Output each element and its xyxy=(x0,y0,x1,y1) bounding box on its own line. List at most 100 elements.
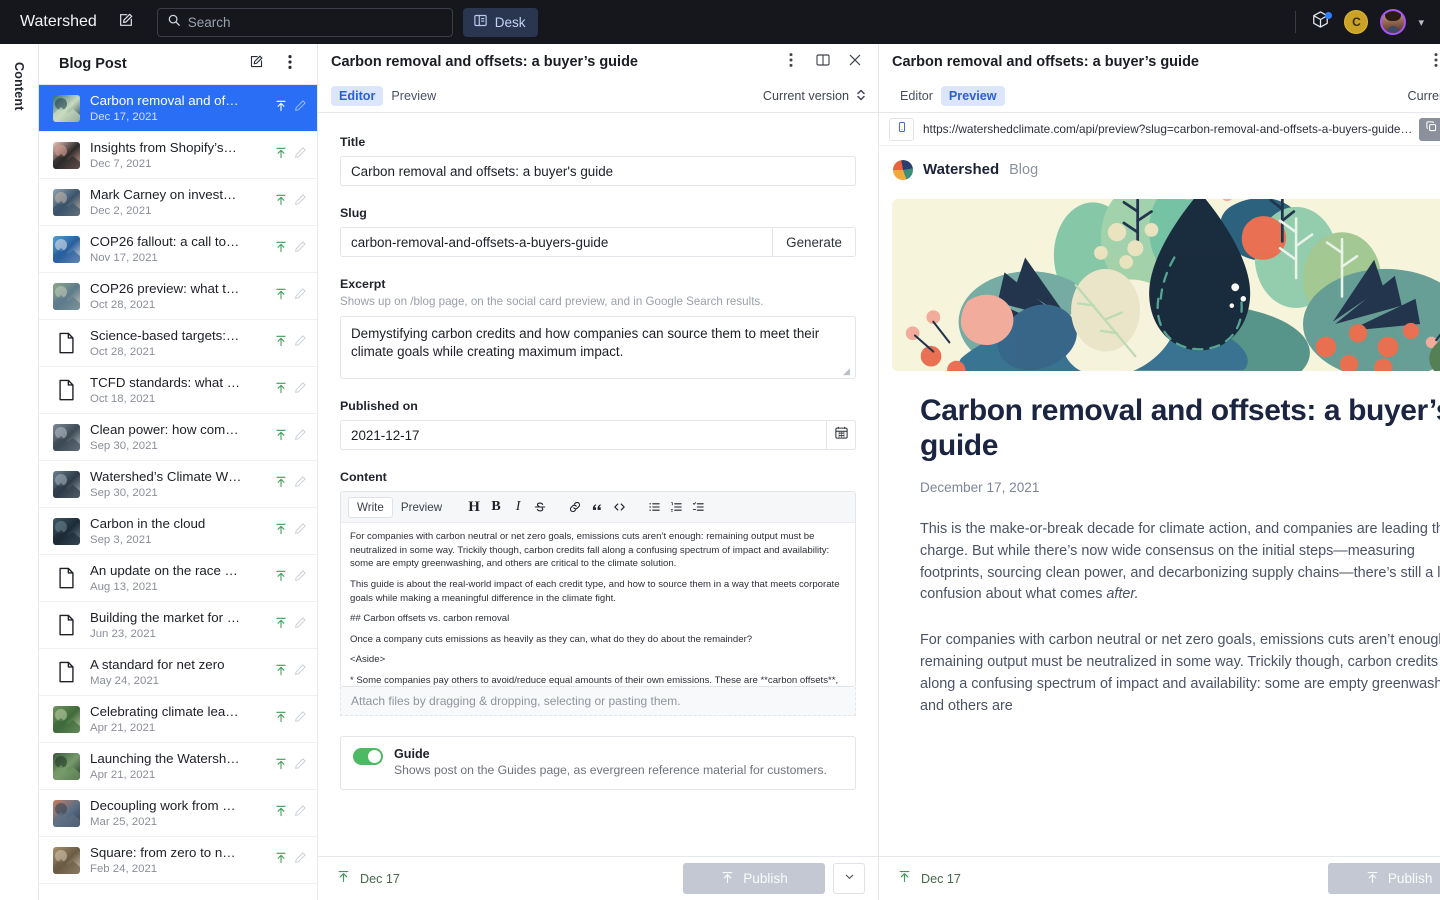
document-list[interactable]: Carbon removal and of…Dec 17, 2021Insigh… xyxy=(39,85,317,900)
title-input[interactable]: Carbon removal and offsets: a buyer's gu… xyxy=(340,156,856,186)
list-item-text: Square: from zero to n…Feb 24, 2021 xyxy=(90,845,264,875)
edit-status-icon[interactable] xyxy=(294,475,307,493)
version-selector[interactable]: Current version xyxy=(1408,88,1440,105)
list-item-actions xyxy=(274,616,307,635)
published-status-icon xyxy=(274,710,288,729)
site-section[interactable]: Blog xyxy=(1009,162,1038,178)
link-icon[interactable] xyxy=(564,496,586,518)
version-selector[interactable]: Current version xyxy=(763,88,866,105)
excerpt-textarea[interactable]: Demystifying carbon credits and how comp… xyxy=(340,316,856,379)
list-item[interactable]: Mark Carney on invest…Dec 2, 2021 xyxy=(39,179,317,226)
list-item[interactable]: Decoupling work from …Mar 25, 2021 xyxy=(39,790,317,837)
editor-menu-button[interactable] xyxy=(778,49,804,75)
list-item[interactable]: Carbon in the cloudSep 3, 2021 xyxy=(39,508,317,555)
list-item-text: TCFD standards: what …Oct 18, 2021 xyxy=(90,375,264,405)
package-button[interactable] xyxy=(1308,10,1332,34)
list-item[interactable]: TCFD standards: what …Oct 18, 2021 xyxy=(39,367,317,414)
editor-split-button[interactable] xyxy=(810,49,836,75)
attach-files-dropzone[interactable]: Attach files by dragging & dropping, sel… xyxy=(340,687,856,716)
edit-status-icon[interactable] xyxy=(294,146,307,164)
editor-close-button[interactable] xyxy=(842,49,868,75)
edit-status-icon[interactable] xyxy=(294,804,307,822)
org-avatar[interactable]: C xyxy=(1344,10,1368,34)
numbered-list-icon[interactable] xyxy=(665,496,687,518)
bullet-list-icon[interactable] xyxy=(643,496,665,518)
content-rail-tab[interactable]: Content xyxy=(0,44,39,900)
quote-icon[interactable] xyxy=(586,496,608,518)
edit-status-icon[interactable] xyxy=(294,428,307,446)
edit-status-icon[interactable] xyxy=(294,616,307,634)
desk-button[interactable]: Desk xyxy=(463,8,538,37)
code-icon[interactable] xyxy=(608,496,630,518)
preview-url-text[interactable]: https://watershedclimate.com/api/preview… xyxy=(921,122,1412,136)
edit-status-icon[interactable] xyxy=(294,193,307,211)
markdown-tab-preview[interactable]: Preview xyxy=(393,498,450,517)
resize-grip-icon[interactable]: ◢ xyxy=(843,367,853,377)
edit-status-icon[interactable] xyxy=(294,757,307,775)
list-item[interactable]: A standard for net zeroMay 24, 2021 xyxy=(39,649,317,696)
slug-input[interactable]: carbon-removal-and-offsets-a-buyers-guid… xyxy=(340,227,772,257)
list-menu-button[interactable] xyxy=(277,51,303,77)
chevron-down-icon[interactable]: ▾ xyxy=(1418,16,1424,29)
list-item[interactable]: Insights from Shopify’s…Dec 7, 2021 xyxy=(39,132,317,179)
list-item-actions xyxy=(274,428,307,447)
compose-icon xyxy=(249,54,264,74)
publish-options-button[interactable] xyxy=(833,863,865,894)
preview-site-frame[interactable]: Watershed Blog xyxy=(879,146,1440,856)
markdown-editor: Write Preview H B I xyxy=(340,491,856,687)
tab-preview[interactable]: Preview xyxy=(941,86,1005,106)
edit-status-icon[interactable] xyxy=(294,710,307,728)
tab-preview[interactable]: Preview xyxy=(383,86,444,106)
compose-button[interactable] xyxy=(111,7,141,37)
list-item[interactable]: Science-based targets:…Oct 28, 2021 xyxy=(39,320,317,367)
heading-icon[interactable]: H xyxy=(463,496,485,518)
publish-button[interactable]: Publish xyxy=(1328,863,1440,894)
publish-button[interactable]: Publish xyxy=(683,863,825,894)
list-item[interactable]: COP26 fallout: a call to…Nov 17, 2021 xyxy=(39,226,317,273)
thumbnail-image xyxy=(53,189,80,216)
copy-url-button[interactable] xyxy=(1419,118,1440,141)
edit-status-icon[interactable] xyxy=(294,287,307,305)
guide-toggle[interactable] xyxy=(353,748,383,765)
edit-status-icon[interactable] xyxy=(294,334,307,352)
strikethrough-icon[interactable] xyxy=(529,496,551,518)
thumbnail-image xyxy=(53,706,80,733)
edit-status-icon[interactable] xyxy=(294,240,307,258)
search-input[interactable]: Search xyxy=(157,8,453,37)
edit-status-icon[interactable] xyxy=(294,663,307,681)
edit-status-icon[interactable] xyxy=(294,381,307,399)
list-item[interactable]: COP26 preview: what t…Oct 28, 2021 xyxy=(39,273,317,320)
tab-editor[interactable]: Editor xyxy=(892,86,941,106)
list-item[interactable]: Building the market for …Jun 23, 2021 xyxy=(39,602,317,649)
list-item[interactable]: Celebrating climate lea…Apr 21, 2021 xyxy=(39,696,317,743)
preview-menu-button[interactable] xyxy=(1423,49,1440,75)
list-item[interactable]: Clean power: how com…Sep 30, 2021 xyxy=(39,414,317,461)
markdown-paragraph: For companies with carbon neutral or net… xyxy=(350,530,846,571)
bold-icon[interactable]: B xyxy=(485,496,507,518)
list-item[interactable]: Launching the Watersh…Apr 21, 2021 xyxy=(39,743,317,790)
list-item-text: COP26 fallout: a call to…Nov 17, 2021 xyxy=(90,234,264,264)
published-status-icon xyxy=(274,522,288,541)
list-item[interactable]: Watershed’s Climate W…Sep 30, 2021 xyxy=(39,461,317,508)
top-navigation-bar: Watershed Search Desk xyxy=(0,0,1440,44)
edit-status-icon[interactable] xyxy=(294,851,307,869)
device-toggle-button[interactable] xyxy=(889,118,914,141)
markdown-textarea[interactable]: For companies with carbon neutral or net… xyxy=(341,523,855,686)
markdown-tab-write[interactable]: Write xyxy=(348,497,393,518)
italic-icon[interactable]: I xyxy=(507,496,529,518)
published-date-input[interactable]: 2021-12-17 xyxy=(340,420,826,450)
create-document-button[interactable] xyxy=(243,51,269,77)
published-status-icon xyxy=(274,851,288,870)
edit-status-icon[interactable] xyxy=(294,569,307,587)
calendar-button[interactable] xyxy=(826,420,856,450)
task-list-icon[interactable] xyxy=(687,496,709,518)
tab-editor[interactable]: Editor xyxy=(331,86,383,106)
list-item[interactable]: Carbon removal and of…Dec 17, 2021 xyxy=(39,85,317,132)
list-item[interactable]: An update on the race …Aug 13, 2021 xyxy=(39,555,317,602)
edit-status-icon[interactable] xyxy=(294,522,307,540)
edit-status-icon[interactable] xyxy=(294,99,307,117)
user-avatar[interactable] xyxy=(1380,9,1406,35)
list-item[interactable]: Square: from zero to n…Feb 24, 2021 xyxy=(39,837,317,884)
generate-slug-button[interactable]: Generate xyxy=(772,227,856,257)
document-list-pane: Blog Post xyxy=(39,44,318,900)
